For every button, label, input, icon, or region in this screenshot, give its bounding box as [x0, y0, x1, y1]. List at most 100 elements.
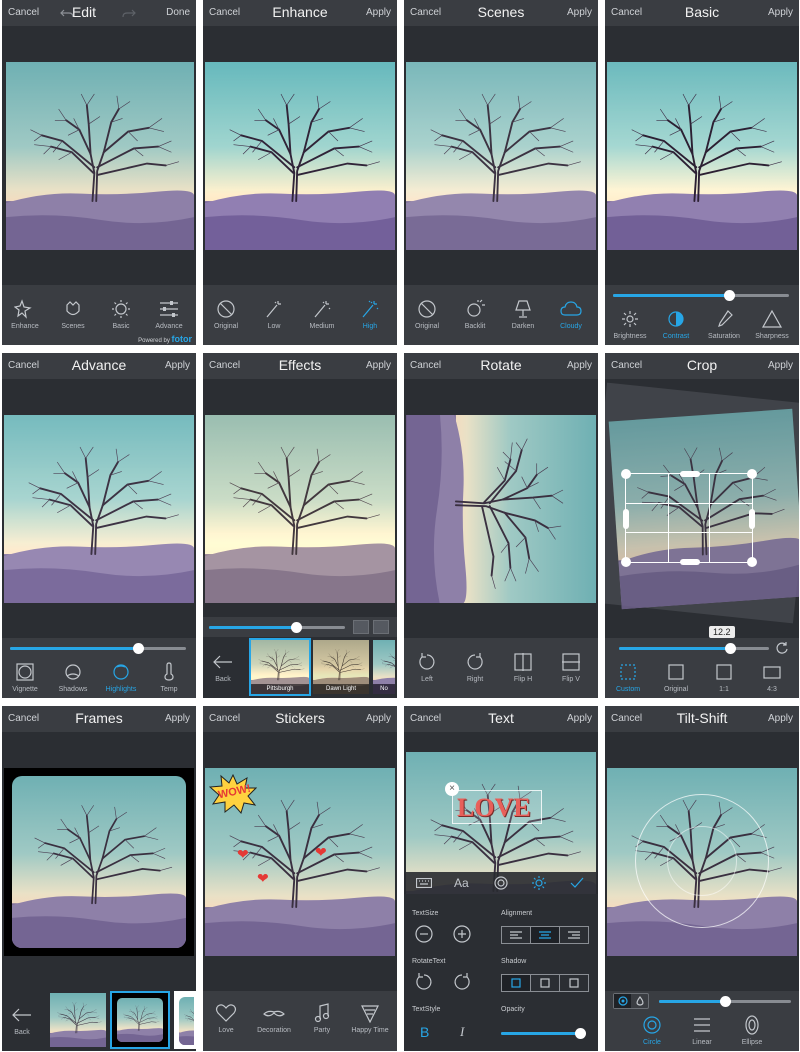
- focus-mode-button[interactable]: [614, 994, 631, 1008]
- apply-button[interactable]: Apply: [567, 713, 592, 724]
- sticker-decoration[interactable]: Decoration: [251, 1003, 297, 1034]
- color-icon[interactable]: [494, 876, 508, 890]
- scene-backlit[interactable]: Backlit: [452, 299, 498, 330]
- sticker-love[interactable]: Love: [203, 1003, 249, 1034]
- bold-button[interactable]: B: [420, 1024, 429, 1040]
- crop-handle[interactable]: [621, 469, 631, 479]
- apply-button[interactable]: Apply: [165, 360, 190, 371]
- frame-thumb[interactable]: [174, 991, 196, 1049]
- advance-highlights[interactable]: Highlights: [98, 662, 144, 693]
- tool-basic[interactable]: Basic: [98, 299, 144, 330]
- italic-button[interactable]: I: [460, 1024, 464, 1040]
- rotate-left[interactable]: Left: [404, 652, 450, 683]
- apply-button[interactable]: Apply: [768, 713, 793, 724]
- heart-sticker[interactable]: ❤: [315, 844, 327, 861]
- scene-original[interactable]: Original: [404, 299, 450, 330]
- shadow-heavy-button[interactable]: [560, 975, 588, 991]
- crop-handle[interactable]: [621, 557, 631, 567]
- advance-vignette[interactable]: Vignette: [2, 662, 48, 693]
- heart-sticker[interactable]: ❤: [257, 870, 269, 887]
- rotate-left-icon[interactable]: [414, 972, 434, 992]
- flip-horizontal[interactable]: Flip H: [500, 652, 546, 683]
- keyboard-icon[interactable]: [416, 878, 432, 888]
- basic-brightness[interactable]: Brightness: [607, 309, 653, 340]
- shadow-light-button[interactable]: [531, 975, 560, 991]
- enhance-high[interactable]: High: [347, 299, 393, 330]
- check-icon[interactable]: [570, 876, 584, 890]
- slider-knob[interactable]: [723, 290, 735, 301]
- crop-edge-handle[interactable]: [680, 559, 700, 565]
- flip-vertical[interactable]: Flip V: [548, 652, 594, 683]
- back-button[interactable]: Back: [2, 1005, 42, 1036]
- straighten-slider[interactable]: [619, 643, 769, 654]
- slider-knob[interactable]: [575, 1028, 587, 1039]
- frame-thumb-selected[interactable]: [110, 991, 170, 1049]
- tilt-ellipse[interactable]: Ellipse: [729, 1015, 775, 1046]
- enhance-low[interactable]: Low: [251, 299, 297, 330]
- back-button[interactable]: Back: [203, 652, 243, 683]
- slider-knob[interactable]: [132, 643, 144, 654]
- shadow-none-button[interactable]: [502, 975, 531, 991]
- crop-edge-handle[interactable]: [749, 509, 755, 529]
- tool-scenes[interactable]: Scenes: [50, 299, 96, 330]
- basic-sharpness[interactable]: Sharpness: [749, 309, 795, 340]
- remove-text-button[interactable]: ×: [445, 782, 459, 796]
- rotate-right-icon[interactable]: [452, 972, 472, 992]
- redo-icon[interactable]: [122, 7, 136, 19]
- slider-knob[interactable]: [724, 643, 736, 654]
- focus-inner-ring[interactable]: [667, 826, 737, 896]
- effect-slider[interactable]: [209, 622, 345, 633]
- crop-edge-handle[interactable]: [623, 509, 629, 529]
- reset-icon[interactable]: [775, 641, 789, 655]
- sticker-party[interactable]: Party: [299, 1003, 345, 1034]
- crop-edge-handle[interactable]: [680, 471, 700, 477]
- highlights-slider[interactable]: [10, 643, 186, 654]
- align-left-button[interactable]: [502, 927, 531, 943]
- crop-handle[interactable]: [747, 557, 757, 567]
- slider-knob[interactable]: [719, 996, 731, 1007]
- font-button[interactable]: Aa: [454, 876, 469, 890]
- wow-sticker[interactable]: WOW!: [209, 774, 257, 814]
- advance-shadows[interactable]: Shadows: [50, 662, 96, 693]
- tool-advance[interactable]: Advance: [146, 299, 192, 330]
- basic-contrast[interactable]: Contrast: [653, 309, 699, 340]
- crop-handle[interactable]: [747, 469, 757, 479]
- heart-sticker[interactable]: ❤: [237, 846, 249, 863]
- crop-4-3[interactable]: 4:3: [749, 662, 795, 693]
- tilt-linear[interactable]: Linear: [679, 1015, 725, 1046]
- apply-button[interactable]: Apply: [366, 7, 391, 18]
- settings-icon[interactable]: [532, 876, 546, 890]
- effect-thumb-dawn-light[interactable]: Dawn Light: [311, 638, 371, 696]
- text-overlay-box[interactable]: LOVE: [452, 790, 542, 824]
- crop-box[interactable]: [621, 469, 757, 567]
- minus-icon[interactable]: [414, 924, 434, 944]
- apply-button[interactable]: Apply: [768, 7, 793, 18]
- enhance-original[interactable]: Original: [203, 299, 249, 330]
- advance-temp[interactable]: Temp: [146, 662, 192, 693]
- scene-cloudy[interactable]: Cloudy: [548, 299, 594, 330]
- blur-slider[interactable]: [659, 996, 791, 1007]
- effect-thumb-next[interactable]: No: [371, 638, 397, 696]
- apply-button[interactable]: Apply: [366, 713, 391, 724]
- frame-thumb[interactable]: [48, 991, 108, 1049]
- basic-saturation[interactable]: Saturation: [701, 309, 747, 340]
- compare-button[interactable]: [353, 620, 369, 634]
- done-button[interactable]: Done: [166, 7, 190, 18]
- enhance-medium[interactable]: Medium: [299, 299, 345, 330]
- effect-thumb-pittsburgh[interactable]: Pittsburgh: [249, 638, 311, 696]
- scene-darken[interactable]: Darken: [500, 299, 546, 330]
- crop-custom[interactable]: Custom: [605, 662, 651, 693]
- delete-button[interactable]: [373, 620, 389, 634]
- apply-button[interactable]: Apply: [366, 360, 391, 371]
- apply-button[interactable]: Apply: [165, 713, 190, 724]
- blur-mode-button[interactable]: [631, 994, 648, 1008]
- opacity-slider[interactable]: [501, 1028, 587, 1039]
- plus-icon[interactable]: [452, 924, 472, 944]
- tool-enhance[interactable]: Enhance: [2, 299, 48, 330]
- crop-original[interactable]: Original: [653, 662, 699, 693]
- slider-knob[interactable]: [290, 622, 302, 633]
- rotate-right[interactable]: Right: [452, 652, 498, 683]
- align-center-button[interactable]: [531, 927, 560, 943]
- contrast-slider[interactable]: [613, 290, 789, 301]
- apply-button[interactable]: Apply: [768, 360, 793, 371]
